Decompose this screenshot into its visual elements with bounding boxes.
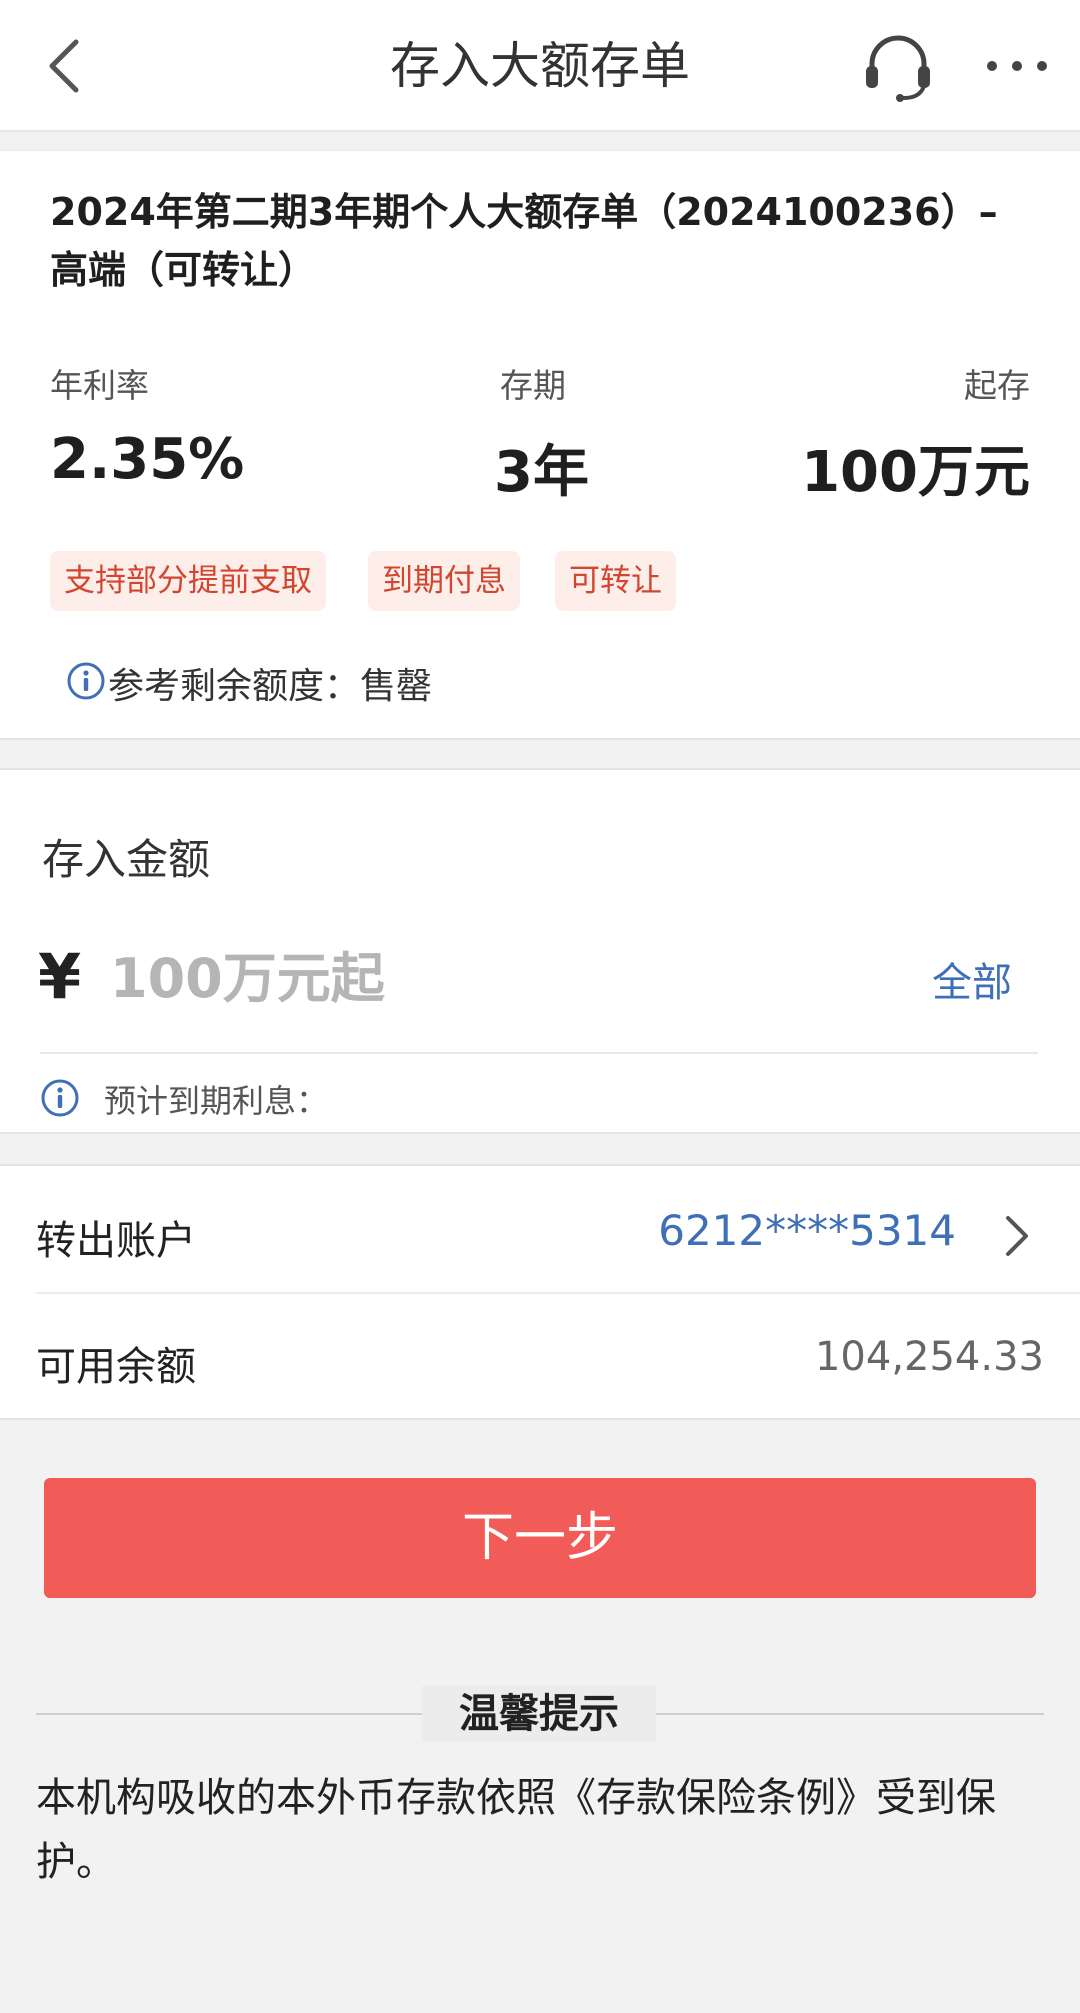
available-balance-label: 可用余额 — [36, 1344, 196, 1390]
transfer-account-label: 转出账户 — [36, 1218, 196, 1264]
app-header: 存入大额存单 — [0, 0, 1080, 132]
amount-title: 存入金额 — [42, 835, 211, 884]
term-label: 存期 — [500, 366, 566, 405]
tag-early-withdrawal: 支持部分提前支取 — [50, 551, 326, 611]
next-step-button[interactable]: 下一步 — [44, 1478, 1036, 1598]
more-dots-icon — [987, 61, 1047, 71]
all-amount-button[interactable]: 全部 — [932, 950, 1012, 1008]
product-name: 2024年第二期3年期个人大额存单（2024100236）–高端（可转让） — [50, 190, 998, 292]
amount-card: 存入金额 ¥ 全部 预计到期利息： — [0, 768, 1080, 1134]
rate-value: 2.35% — [50, 427, 245, 492]
min-deposit-label: 起存 — [964, 366, 1030, 405]
rate-label: 年利率 — [50, 366, 149, 405]
term-value: 3年 — [494, 440, 589, 505]
expected-interest-label: 预计到期利息： — [104, 1082, 329, 1120]
remaining-quota-text: 参考剩余额度：售罄 — [108, 666, 433, 707]
min-deposit-value: 100万元 — [801, 440, 1030, 505]
tip-text: 本机构吸收的本外币存款依照《存款保险条例》受到保护。 — [36, 1775, 996, 1885]
tag-transferable: 可转让 — [555, 551, 676, 611]
divider — [36, 1292, 1080, 1294]
info-icon[interactable] — [40, 1078, 80, 1118]
tip-divider-right — [656, 1713, 1044, 1715]
available-balance-value: 104,254.33 — [814, 1334, 1044, 1380]
customer-service-button[interactable] — [858, 26, 938, 106]
deposit-page: 存入大额存单 2024年第二期3年期个人大额存单（2024100236）–高端（… — [0, 0, 1080, 2013]
account-card: 转出账户 6212****5314 可用余额 104,254.33 — [0, 1164, 1080, 1420]
more-button[interactable] — [982, 34, 1052, 98]
divider — [40, 1052, 1038, 1054]
tip-divider-left — [36, 1713, 422, 1715]
tag-interest-at-maturity: 到期付息 — [368, 551, 520, 611]
info-icon[interactable] — [66, 661, 106, 701]
tip-title: 温馨提示 — [422, 1686, 656, 1742]
product-card: 2024年第二期3年期个人大额存单（2024100236）–高端（可转让） 年利… — [0, 150, 1080, 740]
chevron-right-icon[interactable] — [996, 1212, 1036, 1260]
amount-input[interactable] — [110, 938, 810, 1018]
currency-symbol: ¥ — [38, 940, 82, 1013]
transfer-account-number[interactable]: 6212****5314 — [658, 1206, 956, 1255]
headset-icon — [866, 35, 930, 102]
